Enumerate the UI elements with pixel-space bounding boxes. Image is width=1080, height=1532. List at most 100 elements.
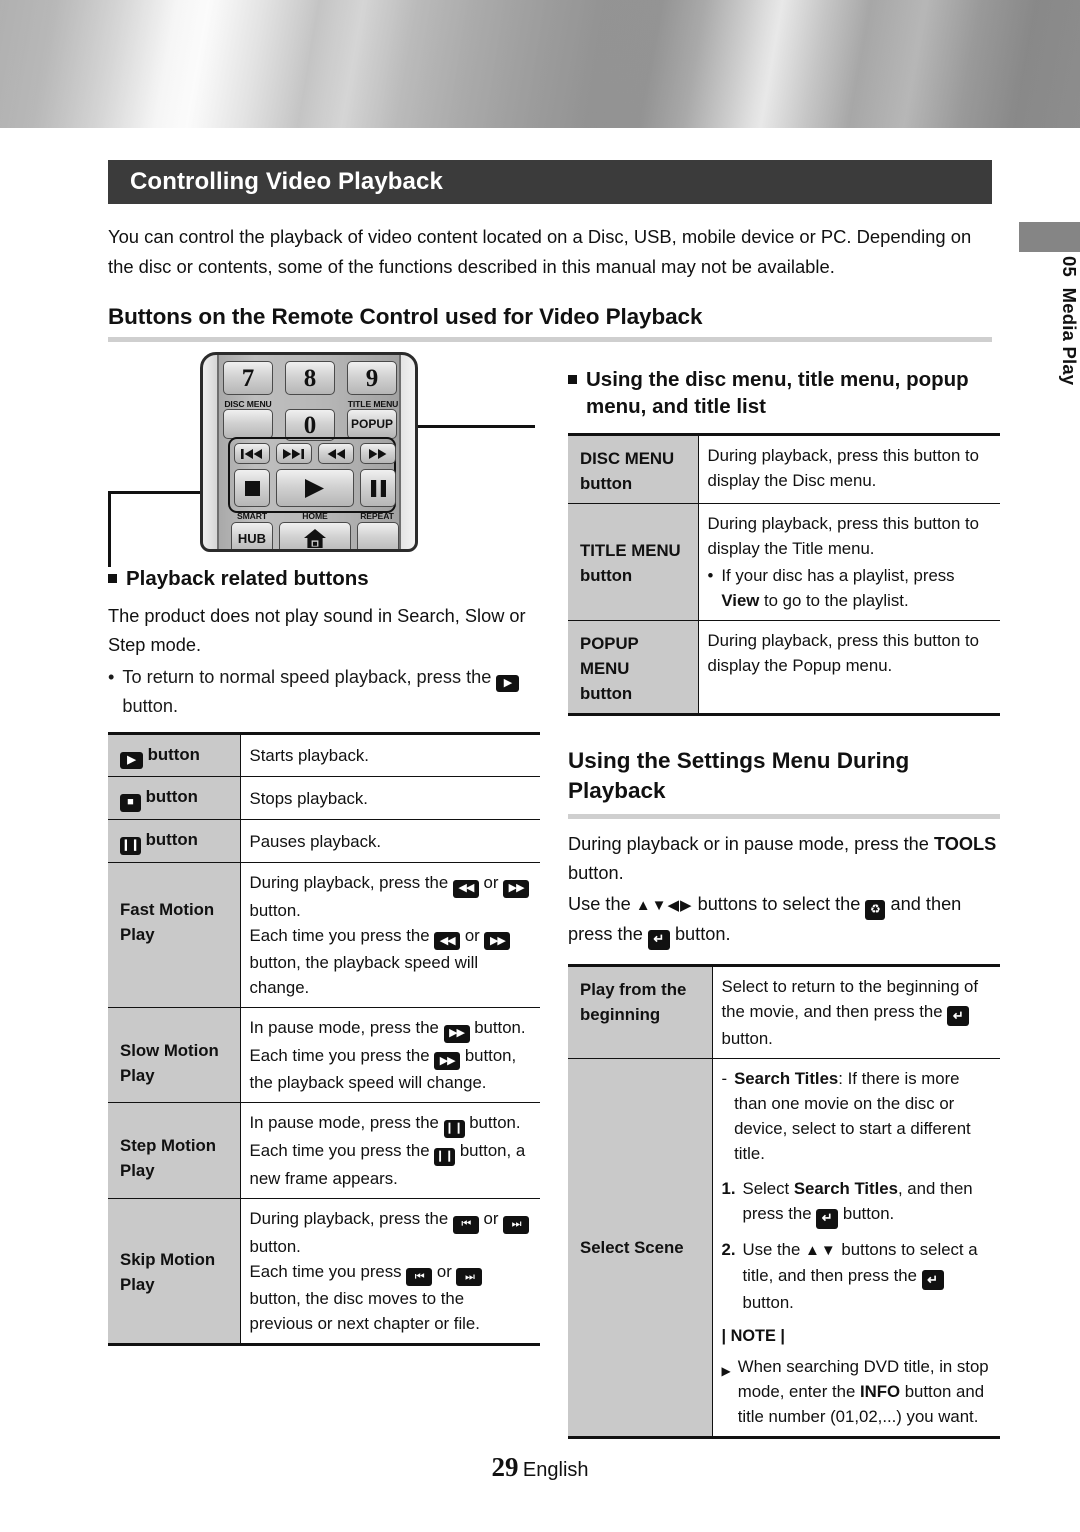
row-value-fast-motion-play: During playback, press the ◀◀ or ▶▶ butt…	[240, 862, 540, 1008]
settings-paragraph-2: Use the ▲▼◀▶ buttons to select the ♻ and…	[568, 890, 1000, 950]
table-row: Slow Motion Play In pause mode, press the…	[108, 1007, 540, 1103]
enter-icon: ↵	[647, 929, 670, 950]
step2-text-c: button.	[742, 1293, 794, 1312]
stop-icon: ■	[120, 794, 141, 812]
row-key-skip-motion-play: Skip Motion Play	[108, 1198, 241, 1346]
bullet-square-icon	[108, 574, 117, 583]
play-from-beginning-text-b: button.	[721, 1029, 773, 1048]
disc-menu-heading-text: Using the disc menu, title menu, popup m…	[586, 368, 969, 418]
pause-icon: ❙❙	[434, 1148, 456, 1166]
play-icon	[305, 478, 324, 498]
chapter-tab-block	[1019, 222, 1080, 252]
note-bullet: ▶ When searching DVD title, in stop mode…	[722, 1354, 992, 1429]
row-key-line2: button	[580, 684, 633, 703]
page-language: English	[522, 1459, 589, 1481]
table-row: Fast Motion Play During playback, press t…	[108, 862, 540, 1008]
settings-p2-b: buttons to select the	[697, 894, 861, 914]
chapter-tab-number: 05	[1059, 256, 1080, 277]
search-titles-bold: Search Titles	[734, 1069, 839, 1088]
row-value-skip-motion-play: During playback, press the ⏮ or ⏭ button…	[240, 1198, 540, 1346]
pause-icon: ❙❙	[443, 1120, 465, 1138]
remote-key-repeat	[357, 522, 399, 549]
fast-forward-icon	[368, 448, 386, 459]
row-key-line1: Play from the	[580, 979, 687, 999]
rewind-icon: ◀◀	[452, 879, 479, 898]
remote-key-7: 7	[223, 361, 273, 395]
play-icon: ▶	[496, 675, 520, 692]
row-key-line1: TITLE MENU	[580, 541, 681, 560]
select-scene-label: Select Scene	[580, 1238, 684, 1257]
section-title-bar: Controlling Video Playback	[108, 160, 992, 204]
note-arrow-icon: ▶	[721, 1364, 731, 1378]
up-down-arrows-icon: ▲▼	[805, 1241, 837, 1259]
row-key-text: button	[147, 745, 200, 764]
row-key-play-button: ▶ button	[108, 732, 241, 777]
fast-forward-icon: ▶▶	[484, 932, 511, 950]
enter-icon: ↵	[816, 1208, 839, 1229]
row-value-select-scene: - Search Titles: If there is more than o…	[712, 1058, 1000, 1439]
pause-icon: ❙❙	[120, 837, 141, 855]
home-icon	[304, 528, 326, 548]
title-menu-sub-post: to go to the playlist.	[764, 591, 909, 610]
playback-note-paragraph: The product does not play sound in Searc…	[108, 606, 526, 655]
row-value-title-menu: During playback, press this button to di…	[698, 503, 1000, 621]
tools-menu-icon: ♻	[865, 900, 886, 920]
info-button-label: INFO	[859, 1382, 901, 1401]
title-menu-sub-bold: View	[721, 591, 760, 610]
row-key-step-motion-play: Step Motion Play	[108, 1102, 241, 1199]
right-column: Using the disc menu, title menu, popup m…	[568, 352, 1000, 1439]
row-key-line2: button	[580, 474, 633, 493]
remote-key-smart-hub: HUB	[231, 522, 273, 549]
next-track-icon	[283, 448, 304, 459]
remote-key-next-track	[276, 443, 312, 464]
remote-label-title-menu: TITLE MENU	[347, 399, 399, 409]
remote-body: 7 8 9 DISC MENU TITLE MENU 0 POPUP SMART…	[200, 352, 418, 552]
play-from-beginning-text-a: Select to return to the beginning of the…	[721, 976, 979, 1021]
playback-buttons-heading-text: Playback related buttons	[126, 567, 369, 590]
remote-key-play	[276, 469, 354, 507]
settings-p1-post: button.	[568, 863, 624, 883]
row-key-select-scene: Select Scene	[568, 1058, 713, 1439]
fast-forward-icon: ▶▶	[443, 1024, 470, 1043]
row-key-popup-menu-button: POPUP MENU button	[568, 620, 699, 716]
direction-arrows-icon: ▲▼◀▶	[635, 897, 693, 914]
row-value-play-from-beginning: Select to return to the beginning of the…	[712, 963, 1000, 1059]
row-value-disc-menu: During playback, press this button to di…	[698, 433, 1000, 504]
leader-line-left-v	[108, 491, 111, 567]
step2-text-a: Use the	[742, 1239, 801, 1259]
step-number-2: 2.	[721, 1239, 736, 1259]
table-row: ❙❙ button Pauses playback.	[108, 819, 540, 863]
remote-key-popup: POPUP	[347, 409, 397, 439]
row-value-slow-motion-play: In pause mode, press the ▶▶ button. Each…	[240, 1007, 540, 1103]
step1-bold: Search Titles	[793, 1179, 898, 1198]
table-row: TITLE MENU button During playback, press…	[568, 503, 1000, 621]
settings-p2-d: button.	[674, 924, 731, 944]
next-track-icon: ⏭	[503, 1215, 530, 1234]
rewind-icon: ◀◀	[434, 932, 461, 950]
table-row: Step Motion Play In pause mode, press the…	[108, 1102, 540, 1199]
row-value-popup-menu: During playback, press this button to di…	[698, 620, 1000, 716]
prev-track-icon: ⏮	[406, 1268, 433, 1286]
normal-speed-bullet: • To return to normal speed playback, pr…	[108, 663, 540, 721]
table-row: ▶ button Starts playback.	[108, 732, 540, 777]
table-row: Select Scene - Search Titles: If there i…	[568, 1058, 1000, 1439]
step-number-1: 1.	[721, 1179, 736, 1198]
prev-track-icon	[241, 448, 262, 459]
fast-forward-icon: ▶▶	[434, 1052, 461, 1070]
remote-label-home: HOME	[302, 511, 328, 521]
remote-label-smart: SMART	[236, 511, 268, 521]
remote-key-9: 9	[347, 361, 397, 395]
section-intro-text: You can control the playback of video co…	[108, 226, 972, 277]
remote-key-disc-menu	[223, 409, 273, 439]
search-titles-description: - Search Titles: If there is more than o…	[722, 1066, 992, 1166]
disc-menu-heading: Using the disc menu, title menu, popup m…	[568, 366, 1000, 420]
page-footer: 29 English	[0, 1452, 1080, 1483]
search-titles-step-2: 2. Use the ▲▼ buttons to select a title,…	[722, 1237, 992, 1316]
note-label: | NOTE |	[721, 1327, 785, 1345]
remote-control-illustration: 7 8 9 DISC MENU TITLE MENU 0 POPUP SMART…	[108, 352, 540, 562]
normal-speed-text-pre: To return to normal speed playback, pres…	[122, 667, 492, 687]
step1-text-c: button.	[842, 1204, 895, 1223]
remote-key-prev-track	[234, 443, 270, 464]
remote-key-pause	[360, 469, 396, 507]
bullet-dot-icon: •	[707, 566, 714, 585]
